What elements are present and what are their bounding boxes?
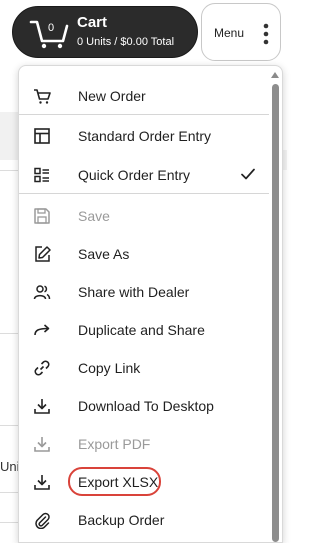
kebab-menu-icon — [263, 23, 269, 45]
menu-item-label: Save As — [78, 246, 130, 262]
paperclip-icon — [35, 512, 50, 529]
menu-item-label: Standard Order Entry — [78, 128, 212, 144]
menu-item-download-to-desktop[interactable]: Download To Desktop — [19, 388, 269, 424]
dropdown-menu: New Order Standard Order Entry Quick Ord… — [18, 65, 283, 543]
menu-item-label: Share with Dealer — [78, 284, 190, 300]
save-icon — [34, 208, 50, 224]
menu-item-save[interactable]: Save — [19, 198, 269, 234]
menu-item-label: Backup Order — [78, 512, 165, 528]
menu-button[interactable]: Menu — [201, 3, 281, 61]
menu-item-label: Quick Order Entry — [78, 167, 191, 183]
edit-icon — [35, 246, 51, 262]
cart-title: Cart — [77, 14, 108, 31]
scroll-up-arrow-icon[interactable] — [271, 72, 279, 78]
download-icon — [34, 475, 50, 490]
menu-item-export-xlsx[interactable]: Export XLSX — [19, 464, 269, 500]
menu-item-label: Export XLSX — [78, 474, 159, 490]
menu-item-label: Save — [78, 208, 110, 224]
menu-item-export-pdf[interactable]: Export PDF — [19, 426, 269, 462]
menu-item-label: Duplicate and Share — [78, 322, 205, 338]
link-icon — [34, 360, 50, 376]
menu-item-label: New Order — [78, 88, 146, 104]
scrollbar-thumb[interactable] — [272, 84, 279, 542]
menu-divider — [19, 114, 269, 115]
menu-item-save-as[interactable]: Save As — [19, 236, 269, 272]
cart-count-badge: 0 — [47, 22, 55, 34]
menu-divider — [19, 193, 269, 194]
share-arrow-icon — [34, 324, 50, 336]
cart-summary: 0 Units / $0.00 Total — [77, 36, 175, 48]
download-icon — [34, 399, 50, 414]
menu-scrollbar[interactable] — [270, 72, 280, 542]
menu-item-standard-order-entry[interactable]: Standard Order Entry — [19, 118, 269, 154]
menu-button-label: Menu — [214, 26, 245, 40]
menu-item-new-order[interactable]: New Order — [19, 78, 269, 114]
background-column-label: Uni — [0, 459, 20, 474]
list-icon — [34, 167, 49, 183]
menu-item-label: Download To Desktop — [78, 398, 214, 414]
menu-item-backup-order[interactable]: Backup Order — [19, 502, 269, 538]
menu-item-share-with-dealer[interactable]: Share with Dealer — [19, 274, 269, 310]
layout-icon — [34, 128, 50, 144]
menu-item-duplicate-and-share[interactable]: Duplicate and Share — [19, 312, 269, 348]
users-icon — [33, 285, 51, 300]
cart-icon — [34, 89, 51, 104]
menu-item-copy-link[interactable]: Copy Link — [19, 350, 269, 386]
checkmark-icon — [241, 168, 255, 180]
cart-button[interactable]: 0 Cart 0 Units / $0.00 Total — [12, 6, 198, 58]
menu-item-label: Export PDF — [78, 436, 151, 452]
menu-item-label: Copy Link — [78, 360, 141, 376]
download-icon — [34, 437, 50, 452]
menu-item-quick-order-entry[interactable]: Quick Order Entry — [19, 157, 269, 193]
